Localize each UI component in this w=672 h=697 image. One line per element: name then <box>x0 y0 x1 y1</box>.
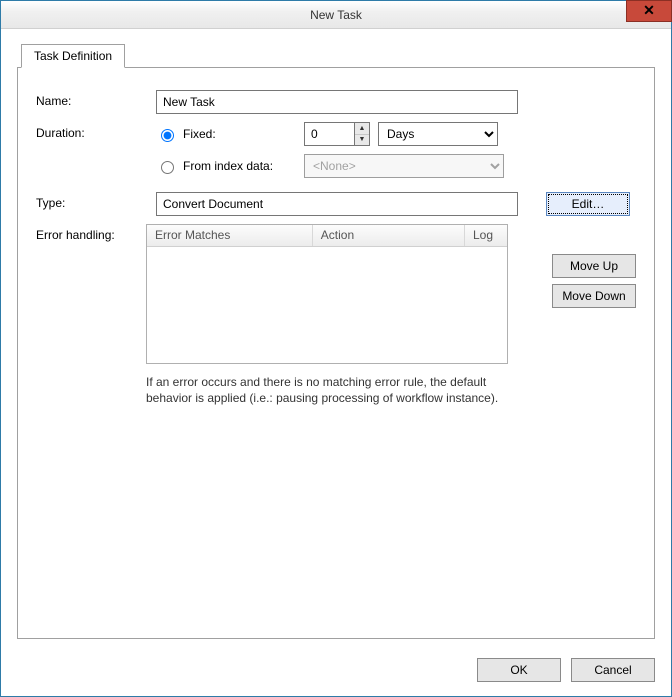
label-type: Type: <box>36 192 156 210</box>
move-up-button[interactable]: Move Up <box>552 254 636 278</box>
radio-index[interactable]: From index data: <box>156 158 296 174</box>
label-error-handling: Error handling: <box>36 224 146 242</box>
col-error-matches: Error Matches <box>147 225 313 246</box>
tab-strip: Task Definition <box>21 43 655 67</box>
move-down-button[interactable]: Move Down <box>552 284 636 308</box>
duration-value-input[interactable] <box>304 122 354 146</box>
col-log: Log <box>465 225 507 246</box>
error-rules-table[interactable]: Error Matches Action Log <box>146 224 508 364</box>
error-table-header: Error Matches Action Log <box>147 225 507 247</box>
row-name: Name: <box>36 90 636 114</box>
index-source-select: <None> <box>304 154 504 178</box>
radio-index-label: From index data: <box>183 159 273 173</box>
error-help-text: If an error occurs and there is no match… <box>146 374 532 406</box>
edit-type-button[interactable]: Edit… <box>546 192 630 216</box>
row-duration: Duration: Fixed: ▲ ▼ <box>36 122 636 178</box>
row-error-handling: Error handling: Error Matches Action Log… <box>36 224 636 406</box>
label-name: Name: <box>36 90 156 108</box>
duration-index-line: From index data: <None> <box>156 154 504 178</box>
client-area: Task Definition Name: Duration: Fixed: <box>1 29 671 696</box>
close-button[interactable]: ✕ <box>626 0 672 22</box>
radio-fixed-label: Fixed: <box>183 127 216 141</box>
dialog-new-task: New Task ✕ Task Definition Name: Duratio… <box>0 0 672 697</box>
tab-label: Task Definition <box>34 49 112 63</box>
radio-fixed-input[interactable] <box>161 129 174 142</box>
tab-task-definition[interactable]: Task Definition <box>21 44 125 68</box>
label-duration: Duration: <box>36 122 156 140</box>
name-input[interactable] <box>156 90 518 114</box>
duration-fixed-line: Fixed: ▲ ▼ Days <box>156 122 498 146</box>
tab-panel: Name: Duration: Fixed: <box>17 67 655 639</box>
radio-fixed[interactable]: Fixed: <box>156 126 296 142</box>
cancel-button[interactable]: Cancel <box>571 658 655 682</box>
duration-units-select[interactable]: Days <box>378 122 498 146</box>
titlebar: New Task ✕ <box>1 1 671 29</box>
type-display <box>156 192 518 216</box>
row-type: Type: Edit… <box>36 192 636 216</box>
duration-spinner: ▲ ▼ <box>304 122 370 146</box>
window-title: New Task <box>310 8 362 22</box>
col-action: Action <box>313 225 465 246</box>
spin-up-button[interactable]: ▲ <box>355 123 369 135</box>
close-icon: ✕ <box>643 2 655 18</box>
radio-index-input[interactable] <box>161 161 174 174</box>
ok-button[interactable]: OK <box>477 658 561 682</box>
dialog-footer: OK Cancel <box>477 658 655 682</box>
spin-down-button[interactable]: ▼ <box>355 135 369 146</box>
